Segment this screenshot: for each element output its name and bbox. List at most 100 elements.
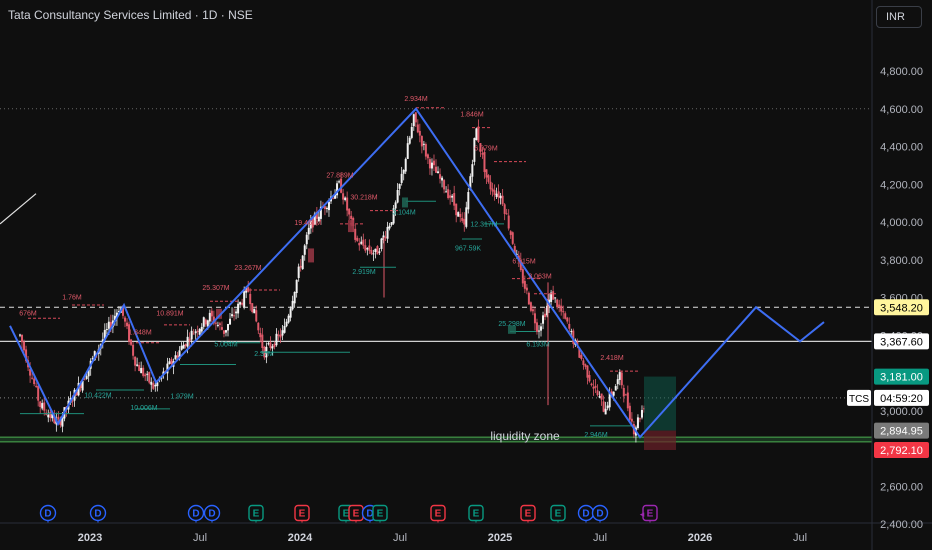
candle-body xyxy=(190,330,193,340)
liquidity-zone-label: liquidity zone xyxy=(490,429,560,443)
chart-canvas[interactable]: liquidity zone 2.934M 1.846M 6.079M 27.889M… xyxy=(0,0,932,550)
candle-body xyxy=(23,341,26,351)
y-tick-label: 4,200.00 xyxy=(880,179,923,191)
volume-label: 10.422M xyxy=(84,393,111,400)
price-tag-label: 3,181.00 xyxy=(880,372,923,384)
dividend-marker-icon[interactable]: D xyxy=(203,504,221,524)
dividend-marker-icon[interactable]: D xyxy=(89,504,107,524)
y-tick-label: 2,600.00 xyxy=(880,481,923,493)
candle-body xyxy=(564,313,567,319)
candle-body xyxy=(495,193,498,197)
liquidity-zone-band xyxy=(0,437,872,442)
candle-body xyxy=(437,171,440,174)
candle-body xyxy=(180,345,183,350)
candle-body xyxy=(622,387,625,397)
price-tag: 2,792.10 xyxy=(874,441,929,458)
candle-body xyxy=(533,313,536,324)
earnings-marker-icon[interactable]: E xyxy=(550,504,566,524)
candle-body xyxy=(400,173,403,183)
candle-body xyxy=(132,344,135,356)
earnings-marker-icon[interactable]: E xyxy=(468,504,484,524)
dividend-marker-icon[interactable]: D xyxy=(187,504,205,524)
candle-body xyxy=(471,164,474,177)
volume-label: 1.848M xyxy=(128,329,152,336)
candle-body xyxy=(426,154,429,159)
candle-body xyxy=(170,359,173,365)
candle-body xyxy=(556,299,559,308)
candle-body xyxy=(451,195,454,198)
candle-body xyxy=(588,375,591,382)
price-tag: 3,181.00 xyxy=(874,368,929,385)
candle-body xyxy=(503,204,506,214)
candle-body xyxy=(124,317,127,322)
x-tick-label: 2026 xyxy=(688,532,712,544)
event-marker-letter: E xyxy=(555,509,562,520)
candle-body xyxy=(43,402,46,411)
candle-body xyxy=(31,377,34,379)
candle-body xyxy=(422,143,425,145)
event-marker-letter: D xyxy=(94,509,101,520)
volume-label: 2.919M xyxy=(352,269,376,276)
candle-body xyxy=(257,322,260,331)
candle-body xyxy=(259,332,262,338)
candle-body xyxy=(261,334,264,348)
candle-body xyxy=(146,373,149,375)
candle-body xyxy=(196,330,199,333)
candle-body xyxy=(360,241,363,244)
x-tick-label: Jul xyxy=(793,532,807,544)
candle-body xyxy=(194,331,197,334)
order-block-box xyxy=(308,248,314,263)
dividend-marker-icon[interactable]: D xyxy=(591,504,609,524)
candle-body xyxy=(521,269,524,284)
candle-body xyxy=(285,321,288,327)
dividend-marker-icon[interactable]: D xyxy=(39,504,57,524)
volume-label: 10.891M xyxy=(156,310,183,317)
candle-body xyxy=(428,159,431,169)
candle-body xyxy=(39,401,42,407)
candle-body xyxy=(457,212,460,217)
event-marker-letter: E xyxy=(473,509,480,520)
candle-body xyxy=(204,319,207,325)
candle-body xyxy=(253,308,256,314)
candle-body xyxy=(493,190,496,195)
currency-button[interactable]: INR xyxy=(876,6,922,28)
candle-body xyxy=(152,383,155,389)
candle-body xyxy=(202,317,205,327)
x-tick-label: 2023 xyxy=(78,532,102,544)
candle-body xyxy=(372,253,375,255)
event-marker-letter: E xyxy=(299,509,306,520)
candle-body xyxy=(529,302,532,311)
candle-body xyxy=(364,245,367,251)
candle-body xyxy=(592,386,595,389)
earnings-marker-icon[interactable]: E xyxy=(642,504,658,524)
candle-body xyxy=(430,162,433,169)
volume-label: 3.104M xyxy=(392,209,416,216)
candle-body xyxy=(188,338,191,342)
candle-body xyxy=(249,293,252,305)
earnings-marker-icon[interactable]: E xyxy=(248,504,264,524)
event-marker-letter: D xyxy=(192,509,199,520)
x-tick-label: 2025 xyxy=(488,532,512,544)
candle-body xyxy=(325,207,328,209)
candle-body xyxy=(404,159,407,172)
candle-body xyxy=(200,326,203,332)
earnings-marker-icon[interactable]: E xyxy=(294,504,310,524)
earnings-marker-icon[interactable]: E xyxy=(372,504,388,524)
earnings-marker-icon[interactable]: E xyxy=(430,504,446,524)
candle-body xyxy=(140,368,143,374)
earnings-marker-icon[interactable]: E xyxy=(520,504,536,524)
event-marker-letter: E xyxy=(525,509,532,520)
candle-body xyxy=(229,318,232,325)
candle-body xyxy=(386,226,389,239)
x-tick-label: Jul xyxy=(593,532,607,544)
dividend-marker-icon[interactable]: D xyxy=(577,504,595,524)
candle-body xyxy=(499,195,502,199)
candle-body xyxy=(251,303,254,313)
candle-body xyxy=(590,383,593,386)
candle-body xyxy=(227,323,229,331)
earnings-marker-icon[interactable]: E xyxy=(348,504,364,524)
candle-body xyxy=(527,292,530,305)
symbol-tag-label: TCS xyxy=(849,394,869,405)
candle-body xyxy=(224,330,227,333)
candle-body xyxy=(126,322,129,327)
